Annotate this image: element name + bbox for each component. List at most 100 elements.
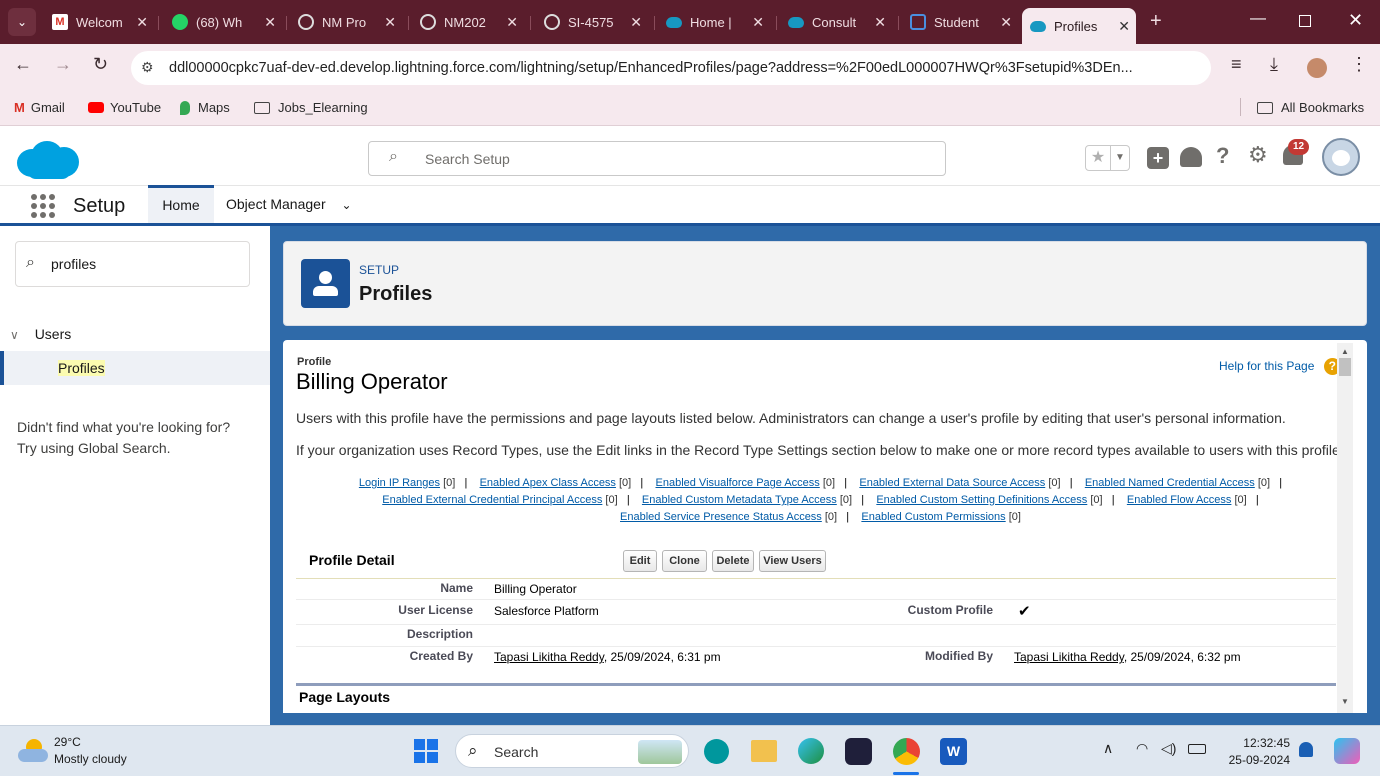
forward-icon[interactable]: →: [54, 54, 72, 75]
close-icon[interactable]: ✕: [874, 14, 886, 31]
reload-icon[interactable]: ↻: [93, 54, 108, 75]
edit-button[interactable]: Edit: [623, 550, 657, 572]
breadcrumb[interactable]: SETUP: [359, 263, 399, 277]
related-link[interactable]: Enabled Flow Access [0]: [1127, 494, 1247, 506]
app-launcher-icon[interactable]: [31, 194, 55, 218]
delete-button[interactable]: Delete: [712, 550, 754, 572]
related-link[interactable]: Enabled Visualforce Page Access [0]: [656, 477, 836, 489]
related-link[interactable]: Enabled Service Presence Status Access […: [620, 511, 837, 523]
browser-tab[interactable]: SI-4575 ✕: [536, 6, 648, 38]
app-name: Setup: [73, 195, 126, 217]
notification-bell-icon[interactable]: [1299, 742, 1313, 757]
new-tab-button[interactable]: +: [1150, 10, 1162, 33]
field-value-name: Billing Operator: [494, 582, 577, 596]
browser-tab[interactable]: Home | ✕: [658, 6, 770, 38]
modified-by-user-link[interactable]: Tapasi Likitha Reddy: [1014, 650, 1124, 664]
file-explorer-icon[interactable]: [751, 740, 777, 762]
related-link[interactable]: Enabled Custom Setting Definitions Acces…: [876, 494, 1102, 506]
scroll-up-icon[interactable]: ▲: [1341, 347, 1349, 356]
close-icon[interactable]: ✕: [264, 14, 276, 31]
close-icon[interactable]: ✕: [506, 14, 518, 31]
restore-button[interactable]: [1299, 15, 1311, 27]
related-link[interactable]: Enabled Named Credential Access [0]: [1085, 477, 1270, 489]
taskbar-search-box[interactable]: ⌕ Search: [455, 734, 689, 768]
start-windows-icon[interactable]: [414, 739, 438, 763]
quick-find-input[interactable]: ⌕ profiles: [15, 241, 250, 287]
edge-icon[interactable]: [798, 738, 824, 764]
related-link[interactable]: Enabled Custom Permissions [0]: [861, 511, 1021, 523]
favorites-dropdown-button[interactable]: ▼: [1111, 145, 1130, 171]
bookmark-youtube[interactable]: YouTube: [88, 100, 161, 115]
arduino-icon[interactable]: [704, 739, 729, 764]
site-info-icon[interactable]: ⚙: [141, 59, 154, 76]
download-icon[interactable]: ⤓: [1270, 54, 1278, 75]
tab-home[interactable]: Home: [148, 185, 214, 223]
chevron-down-icon[interactable]: ⌄: [342, 198, 352, 212]
clone-button[interactable]: Clone: [662, 550, 707, 572]
close-icon[interactable]: ✕: [752, 14, 764, 31]
word-icon[interactable]: W: [940, 738, 967, 765]
weather-widget[interactable]: 29°C Mostly cloudy: [18, 734, 127, 768]
close-window-button[interactable]: ✕: [1348, 10, 1363, 31]
profile-avatar[interactable]: [1307, 58, 1327, 78]
browser-tab[interactable]: NM Pro ✕: [290, 6, 402, 38]
setup-search-input[interactable]: ⌕ Search Setup: [368, 141, 946, 176]
related-link[interactable]: Enabled External Data Source Access [0]: [859, 477, 1060, 489]
back-icon[interactable]: ←: [14, 54, 32, 75]
wifi-icon[interactable]: ◠: [1136, 740, 1148, 757]
bookmark-gmail[interactable]: M Gmail: [14, 100, 65, 115]
bookmark-maps[interactable]: Maps: [180, 100, 230, 115]
close-icon[interactable]: ✕: [1000, 14, 1012, 31]
browser-tab[interactable]: Student ✕: [902, 6, 1018, 38]
browser-tab[interactable]: NM202 ✕: [412, 6, 524, 38]
media-icon[interactable]: ≡: [1231, 54, 1242, 75]
chevron-up-icon[interactable]: ∧: [1103, 740, 1113, 757]
related-link[interactable]: Enabled External Credential Principal Ac…: [382, 494, 617, 506]
menu-icon[interactable]: ⋮: [1350, 54, 1368, 75]
tab-search-button[interactable]: ⌄: [8, 8, 36, 36]
close-icon[interactable]: ✕: [630, 14, 642, 31]
tab-object-manager[interactable]: Object Manager ⌄: [226, 196, 352, 212]
app-icon[interactable]: [845, 738, 872, 765]
scroll-thumb[interactable]: [1339, 358, 1351, 376]
battery-icon[interactable]: [1188, 744, 1206, 754]
browser-tab-bar: ⌄ M Welcom ✕ (68) Wh ✕ NM Pro ✕ NM202 ✕ …: [0, 0, 1380, 44]
all-bookmarks[interactable]: All Bookmarks: [1257, 100, 1364, 115]
page-title: Profiles: [359, 283, 433, 305]
favorites-star-button[interactable]: ★: [1085, 145, 1111, 171]
user-avatar[interactable]: [1322, 138, 1360, 176]
tree-group-users[interactable]: ∨ Users: [10, 326, 71, 342]
browser-tab[interactable]: (68) Wh ✕: [164, 6, 282, 38]
bookmark-jobs[interactable]: Jobs_Elearning: [254, 100, 368, 115]
help-for-page-link[interactable]: Help for this Page ?: [1219, 358, 1341, 375]
salesforce-logo[interactable]: [17, 139, 79, 181]
chrome-icon[interactable]: [893, 738, 920, 765]
browser-tab-active[interactable]: Profiles ✕: [1022, 8, 1136, 44]
close-icon[interactable]: ✕: [136, 14, 148, 31]
sidebar-help-text: Didn't find what you're looking for? Try…: [17, 419, 231, 456]
global-actions-icon[interactable]: +: [1147, 147, 1169, 169]
copilot-icon[interactable]: [1334, 738, 1360, 764]
minimize-button[interactable]: —: [1250, 10, 1266, 28]
volume-icon[interactable]: ◁): [1161, 740, 1176, 757]
related-link[interactable]: Login IP Ranges [0]: [359, 477, 455, 489]
clock[interactable]: 12:32:45 25-09-2024: [1222, 735, 1290, 769]
tree-item-profiles[interactable]: Profiles: [0, 351, 270, 385]
browser-tab[interactable]: Consult ✕: [780, 6, 892, 38]
help-icon[interactable]: ?: [1216, 143, 1229, 169]
browser-tab[interactable]: M Welcom ✕: [44, 6, 154, 38]
url-bar[interactable]: ⚙ ddl00000cpkc7uaf-dev-ed.develop.lightn…: [131, 51, 1211, 85]
field-label-custom: Custom Profile: [907, 603, 993, 617]
settings-gear-icon[interactable]: ⚙: [1248, 142, 1268, 168]
record-title: Billing Operator: [296, 369, 448, 394]
scrollbar[interactable]: ▲ ▼: [1337, 343, 1353, 713]
view-users-button[interactable]: View Users: [759, 550, 826, 572]
related-link[interactable]: Enabled Apex Class Access [0]: [480, 477, 632, 489]
close-icon[interactable]: ✕: [384, 14, 396, 31]
field-label-created-by: Created By: [409, 649, 473, 663]
related-link[interactable]: Enabled Custom Metadata Type Access [0]: [642, 494, 852, 506]
trailhead-icon[interactable]: [1180, 147, 1202, 167]
scroll-down-icon[interactable]: ▼: [1341, 697, 1349, 706]
created-by-user-link[interactable]: Tapasi Likitha Reddy: [494, 650, 604, 664]
close-icon[interactable]: ✕: [1118, 18, 1130, 35]
